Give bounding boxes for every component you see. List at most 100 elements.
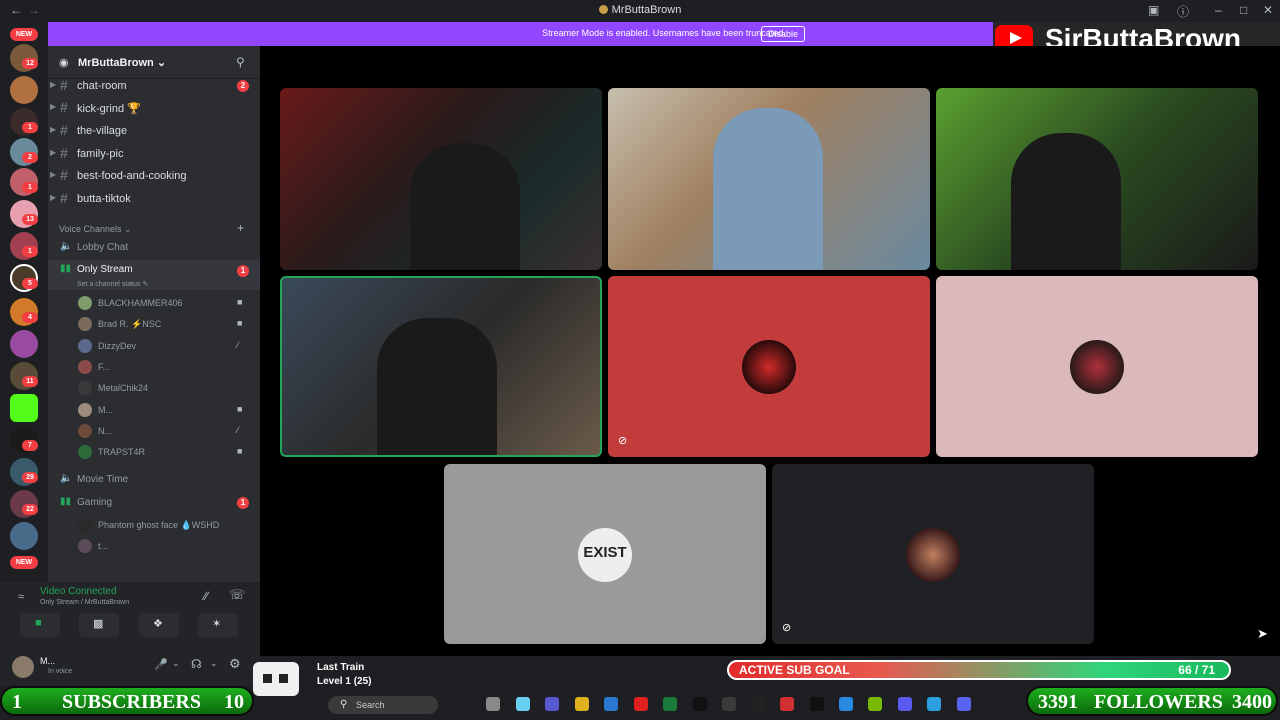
voice-channel-gaming[interactable]: ▮▮ Gaming 1: [48, 493, 260, 513]
headphones-icon[interactable]: ☊: [191, 657, 202, 671]
app-icon[interactable]: [898, 697, 912, 711]
server-icon[interactable]: [10, 330, 38, 358]
voice-user[interactable]: Brad R. ⚡NSC ■: [48, 314, 260, 334]
channel-status-prompt[interactable]: Set a channel status ✎: [77, 280, 148, 288]
mention-badge: 4: [22, 312, 38, 323]
activities-button[interactable]: ❖: [139, 613, 179, 637]
collapse-arrow-icon: ▶: [50, 125, 57, 134]
app-icon[interactable]: [839, 697, 853, 711]
voice-user[interactable]: MetalChik24: [48, 378, 260, 398]
voice-user[interactable]: Phantom ghost face 💧WSHD: [48, 515, 260, 535]
screen-share-button[interactable]: ▩: [79, 613, 119, 637]
collapse-arrow-icon: ▶: [50, 102, 57, 111]
channel-butta-tiktok[interactable]: ▶ # butta-tiktok: [48, 189, 260, 209]
muted-mic-icon: ⊘: [618, 435, 628, 447]
avatar[interactable]: [12, 656, 34, 678]
voice-user[interactable]: DizzyDev ∕: [48, 336, 260, 356]
taskbar-search[interactable]: ⚲ Search: [328, 696, 438, 714]
maximize-icon[interactable]: □: [1240, 3, 1247, 17]
invite-people-icon[interactable]: ⚲: [236, 55, 245, 69]
avatar-tile[interactable]: ⊘: [772, 464, 1094, 644]
voice-user[interactable]: F...: [48, 357, 260, 377]
help-icon[interactable]: ⓘ: [1177, 3, 1189, 20]
noise-suppression-icon[interactable]: ∕∕: [204, 589, 208, 603]
microphone-icon[interactable]: 🎤: [154, 658, 168, 671]
avatar-tile[interactable]: [936, 276, 1258, 457]
tiktok-icon[interactable]: [693, 697, 707, 711]
voice-user-name: Brad R. ⚡NSC: [98, 319, 162, 330]
video-tile[interactable]: [608, 88, 930, 270]
voice-channel-only-stream[interactable]: ▮▮ Only Stream 1 Set a channel status ✎: [48, 260, 260, 290]
video-tile[interactable]: [936, 88, 1258, 270]
discord-icon[interactable]: [957, 697, 971, 711]
soundboard-icon: ✶: [212, 618, 222, 630]
camera-icon: ■: [35, 617, 42, 629]
capcut-icon[interactable]: [810, 697, 824, 711]
text-channel-icon: #: [60, 167, 68, 183]
voice-user[interactable]: t...: [48, 536, 260, 556]
subscribers-label: SUBSCRIBERS: [62, 691, 201, 713]
gear-icon[interactable]: ⚙: [229, 656, 241, 672]
voice-user[interactable]: N... ∕: [48, 421, 260, 441]
voice-channel-movie-time[interactable]: 🔈 Movie Time: [48, 470, 260, 490]
collapse-arrow-icon: ▶: [50, 148, 57, 157]
camera-button[interactable]: ■: [20, 613, 60, 637]
participant-video: [713, 108, 823, 270]
task-view-icon[interactable]: [486, 697, 500, 711]
disable-streamer-mode-button[interactable]: Disable: [761, 26, 806, 42]
voice-user-name: BLACKHAMMER406: [98, 298, 183, 308]
voice-user-name: Phantom ghost face 💧WSHD: [98, 520, 220, 530]
video-tile-speaking[interactable]: [280, 276, 602, 457]
create-channel-icon[interactable]: +: [237, 221, 244, 235]
followers-counter: 3391 FOLLOWERS 3400: [1026, 686, 1278, 716]
channel-the-village[interactable]: ▶ # the-village: [48, 121, 260, 141]
server-icon[interactable]: [10, 522, 38, 550]
close-icon[interactable]: ✕: [1263, 3, 1273, 17]
new-unread-pill[interactable]: NEW: [10, 556, 38, 569]
obs-icon[interactable]: [722, 697, 736, 711]
cod-icon[interactable]: [751, 697, 765, 711]
voice-user[interactable]: BLACKHAMMER406 ■: [48, 293, 260, 313]
voice-channels-category[interactable]: Voice Channels ⌄: [59, 224, 132, 235]
voice-user[interactable]: TRAPST4R ■: [48, 442, 260, 462]
file-explorer-icon[interactable]: [575, 697, 589, 711]
voice-status[interactable]: Video Connected: [40, 586, 117, 597]
youtube-app-icon[interactable]: [634, 697, 648, 711]
voice-channel-lobby-chat[interactable]: 🔈 Lobby Chat: [48, 238, 260, 258]
voice-user-name: F...: [98, 361, 111, 372]
store-icon[interactable]: [604, 697, 618, 711]
channel-kick-grind[interactable]: ▶ # kick-grind 🏆: [48, 98, 260, 118]
copilot-icon[interactable]: [516, 697, 530, 711]
edge-icon[interactable]: [927, 697, 941, 711]
disconnect-icon[interactable]: ☏: [229, 587, 245, 603]
avatar-tile[interactable]: EXIST: [444, 464, 766, 644]
window-title-bar: ← → MrButtaBrown ▣ ⓘ – □ ✕: [0, 0, 1280, 22]
app-icon[interactable]: [780, 697, 794, 711]
xbox-icon[interactable]: [663, 697, 677, 711]
soundboard-button[interactable]: ✶: [198, 613, 238, 637]
avatar: [78, 296, 92, 310]
channel-best-food-and-cooking[interactable]: ▶ # best-food-and-cooking: [48, 166, 260, 186]
teams-icon[interactable]: [545, 697, 559, 711]
chevron-down-icon[interactable]: ⌄: [210, 658, 218, 669]
server-icon[interactable]: [10, 76, 38, 104]
last-train-level: Level 1 (25): [317, 676, 372, 687]
new-unread-pill[interactable]: NEW: [10, 28, 38, 41]
channel-family-pic[interactable]: ▶ # family-pic: [48, 144, 260, 164]
inbox-icon[interactable]: ▣: [1148, 3, 1159, 17]
voice-user[interactable]: M... ■: [48, 400, 260, 420]
kick-server-icon[interactable]: [10, 394, 38, 422]
nvidia-icon[interactable]: [868, 697, 882, 711]
video-tile[interactable]: [280, 88, 602, 270]
voice-user-name: DizzyDev: [98, 340, 137, 351]
mention-badge: 1: [22, 246, 38, 257]
channel-chat-room[interactable]: ▶ # chat-room 2: [48, 76, 260, 96]
chevron-down-icon[interactable]: ⌄: [172, 658, 180, 669]
avatar-tile[interactable]: ⊘: [608, 276, 930, 457]
minimize-icon[interactable]: –: [1215, 3, 1222, 17]
server-header[interactable]: ◉ MrButtaBrown ⌄ ⚲: [48, 46, 260, 79]
video-icon: ■: [237, 403, 243, 414]
avatar: [906, 528, 960, 582]
voice-location[interactable]: Only Stream / MrButtaBrown: [40, 599, 129, 606]
mention-badge: 12: [22, 58, 38, 69]
